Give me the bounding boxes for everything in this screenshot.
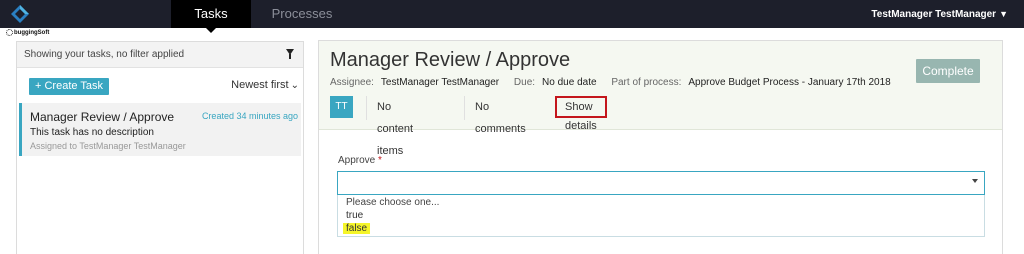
filter-status-text: Showing your tasks, no filter applied (24, 49, 185, 60)
approve-field-label: Approve * (338, 155, 382, 166)
assignee-value[interactable]: TestManager TestManager (381, 77, 499, 88)
process-label: Part of process: (611, 77, 682, 88)
task-item-description: This task has no description (30, 127, 154, 138)
required-mark: * (378, 155, 382, 166)
sort-label: Newest first (231, 79, 289, 91)
active-tab-caret-icon (205, 27, 217, 33)
tab-content-items[interactable]: No content items (366, 96, 423, 157)
watermark: buggingSoft (6, 29, 49, 36)
show-details-button[interactable]: Show details (555, 96, 607, 132)
filter-icon[interactable] (286, 49, 294, 59)
app-logo-icon[interactable] (10, 4, 30, 24)
task-header: Manager Review / Approve Assignee: TestMa… (319, 41, 1002, 157)
approve-select[interactable] (337, 171, 985, 195)
task-detail-panel: Manager Review / Approve Assignee: TestMa… (318, 40, 1003, 254)
task-meta: Assignee: TestManager TestManager Due: No … (330, 77, 903, 88)
option-false[interactable]: false (343, 223, 371, 234)
tab-tasks[interactable]: Tasks (171, 0, 251, 28)
due-value[interactable]: No due date (542, 77, 597, 88)
caret-down-icon (972, 179, 978, 183)
approve-label-text: Approve (338, 155, 376, 166)
filter-bar[interactable]: Showing your tasks, no filter applied (17, 42, 303, 68)
assignee-label: Assignee: (330, 77, 374, 88)
complete-button[interactable]: Complete (916, 59, 980, 83)
tab-comments[interactable]: No comments (464, 96, 536, 135)
sort-dropdown[interactable]: Newest first ⌄ (231, 79, 299, 91)
list-item[interactable]: Manager Review / Approve Created 34 minu… (19, 103, 301, 156)
user-name: TestManager TestManager (871, 9, 997, 20)
page-title: Manager Review / Approve (330, 49, 571, 71)
approve-dropdown-list: Please choose one... true false (337, 195, 985, 237)
task-item-assigned: Assigned to TestManager TestManager (30, 141, 186, 151)
chevron-down-icon: ⌄ (290, 80, 299, 91)
tab-processes[interactable]: Processes (262, 0, 342, 28)
create-task-button[interactable]: + Create Task (29, 78, 109, 95)
watermark-text: buggingSoft (14, 30, 50, 37)
option-please-choose[interactable]: Please choose one... (346, 197, 439, 208)
process-link[interactable]: Approve Budget Process - January 17th 20… (688, 77, 890, 88)
task-item-created: Created 34 minutes ago (201, 111, 298, 121)
task-list-panel: Showing your tasks, no filter applied + … (16, 41, 304, 254)
option-true[interactable]: true (346, 210, 363, 221)
user-menu[interactable]: TestManager TestManager ▼ (871, 0, 1008, 28)
due-label: Due: (513, 77, 536, 88)
top-navbar: Tasks Processes TestManager TestManager ▼ (0, 0, 1024, 28)
gear-icon (6, 29, 13, 36)
chevron-down-icon: ▼ (999, 9, 1008, 19)
task-item-title: Manager Review / Approve (30, 110, 175, 124)
avatar[interactable]: TT (330, 96, 353, 118)
